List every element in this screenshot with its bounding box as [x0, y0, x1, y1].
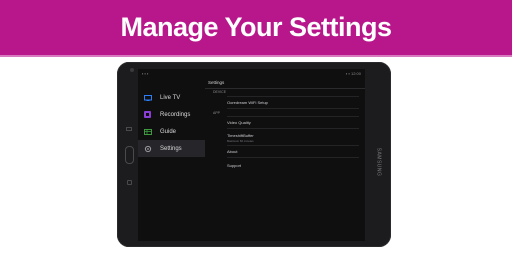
row-label: Support: [227, 163, 242, 168]
section-label-app: APP: [213, 111, 221, 115]
settings-row-support[interactable]: Support: [227, 163, 359, 168]
banner: Manage Your Settings: [0, 0, 512, 55]
sidebar: Live TV Recordings Guide Settings: [138, 89, 205, 157]
sidebar-item-label: Recordings: [160, 111, 191, 118]
sidebar-item-live-tv[interactable]: Live TV: [138, 89, 205, 106]
sidebar-item-label: Live TV: [160, 94, 181, 101]
settings-row-wifi-setup[interactable]: Ooredream WiFi Setup: [227, 100, 359, 105]
row-divider: [227, 116, 359, 117]
page-title: Settings: [208, 80, 225, 85]
status-icons-left: ▪ ▪ ▪: [142, 70, 149, 76]
status-bar: ▪ ▪ ▪ ▪ ▪ 12:00: [138, 69, 365, 77]
row-divider: [227, 108, 359, 109]
settings-row-timeshift-buffer[interactable]: TimeshiftBuffer Maximum 60 minutes: [227, 133, 359, 143]
sidebar-item-settings[interactable]: Settings: [138, 140, 205, 157]
sidebar-item-guide[interactable]: Guide: [138, 123, 205, 140]
settings-gear-icon: [144, 145, 152, 152]
title-divider: [205, 88, 365, 89]
row-sublabel: Maximum 60 minutes: [227, 139, 254, 143]
settings-panel: Settings DEVICE Ooredream WiFi Setup APP…: [205, 77, 365, 241]
banner-title: Manage Your Settings: [120, 12, 392, 42]
row-divider: [227, 96, 359, 97]
home-button[interactable]: [125, 146, 134, 164]
row-divider: [227, 157, 359, 158]
brand-label: SAMSUNG: [375, 147, 381, 177]
tv-icon: [144, 94, 152, 101]
settings-row-video-quality[interactable]: Video Quality: [227, 120, 359, 125]
row-divider: [227, 128, 359, 129]
row-label: Video Quality: [227, 120, 251, 125]
tablet-screen: ▪ ▪ ▪ ▪ ▪ 12:00 Live TV Recordings Guide: [138, 69, 365, 241]
sidebar-item-recordings[interactable]: Recordings: [138, 106, 205, 123]
recordings-icon: [144, 111, 152, 118]
brand-logo: SAMSUNG: [371, 142, 385, 182]
recent-apps-key[interactable]: [126, 127, 132, 131]
row-label: About: [227, 149, 238, 154]
row-label: TimeshiftBuffer: [227, 133, 254, 138]
sidebar-item-label: Guide: [160, 128, 177, 135]
back-key[interactable]: [127, 180, 132, 185]
status-icons-right: ▪ ▪ 12:00: [345, 70, 361, 76]
row-divider: [227, 145, 359, 146]
section-label-device: DEVICE: [213, 90, 227, 94]
row-label: Ooredream WiFi Setup: [227, 100, 268, 105]
settings-row-about[interactable]: About: [227, 149, 359, 154]
banner-divider: [0, 55, 512, 57]
guide-icon: [144, 128, 152, 135]
camera-icon: [130, 68, 134, 72]
sidebar-item-label: Settings: [160, 145, 182, 152]
